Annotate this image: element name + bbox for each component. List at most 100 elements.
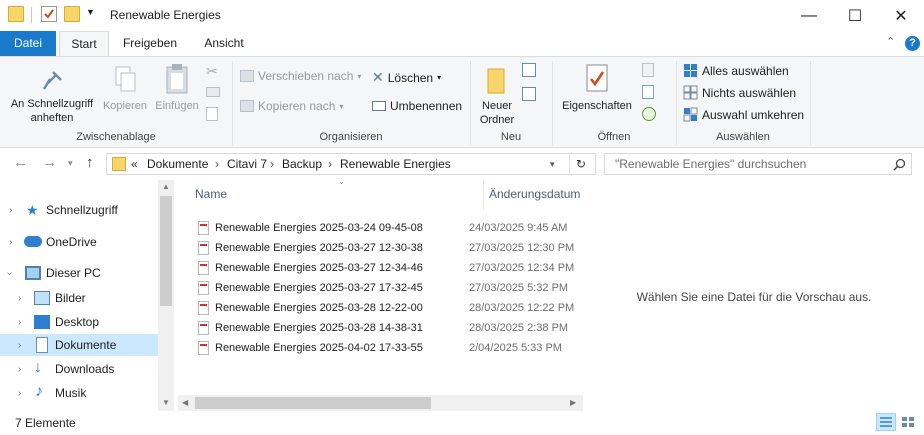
pin-quick-access-button[interactable]: An Schnellzugriff anheften (6, 69, 98, 125)
recent-locations-icon[interactable]: ▾ (68, 158, 73, 169)
select-none-button[interactable]: Nichts auswählen (683, 85, 796, 100)
search-icon[interactable] (893, 158, 906, 171)
expand-chevron-icon[interactable]: › (9, 237, 12, 248)
scroll-up-icon[interactable]: ▲ (162, 182, 170, 191)
nav-item-musik[interactable]: › ♪ Musik (0, 382, 158, 404)
help-icon[interactable]: ? (905, 36, 920, 51)
maximize-button[interactable]: ☐ (832, 0, 878, 31)
copy-to-button[interactable]: Kopieren nach ▾ (240, 99, 343, 113)
details-view-button[interactable] (876, 413, 896, 431)
nav-item-schnellzugriff[interactable]: › ★ Schnellzugriff (0, 199, 158, 221)
file-row[interactable]: Renewable Energies 2025-03-27 17-32-45 27… (194, 278, 583, 298)
expand-chevron-icon[interactable]: › (18, 317, 21, 328)
file-row[interactable]: Renewable Energies 2025-03-28 14-38-31 28… (194, 318, 583, 338)
expand-chevron-icon[interactable]: › (18, 364, 21, 375)
folder-icon (112, 157, 126, 171)
rename-button[interactable]: Umbenennen (372, 99, 462, 113)
open-icon[interactable] (642, 63, 654, 77)
invert-selection-button[interactable]: Auswahl umkehren (683, 107, 804, 122)
file-list-scrollbar[interactable]: ◀ ▶ (178, 395, 583, 411)
tiles-view-button[interactable] (898, 413, 918, 431)
file-row[interactable]: Renewable Energies 2025-03-28 12-22-00 28… (194, 298, 583, 318)
nav-item-onedrive[interactable]: › OneDrive (0, 231, 158, 253)
properties-quick-icon[interactable] (41, 6, 57, 22)
minimize-button[interactable]: — (786, 0, 832, 31)
breadcrumb-separator: › (270, 157, 274, 171)
up-arrow-icon[interactable]: ↑ (86, 154, 94, 171)
nav-item-downloads[interactable]: › ↓ Downloads (0, 358, 158, 380)
expand-chevron-icon[interactable]: › (9, 205, 12, 216)
new-item-icon[interactable] (522, 63, 536, 77)
breadcrumb-overflow[interactable]: « (131, 157, 138, 171)
refresh-icon[interactable]: ↻ (576, 157, 586, 171)
tab-freigeben[interactable]: Freigeben (114, 31, 186, 56)
breadcrumb-item[interactable]: Citavi 7 (227, 157, 267, 171)
file-row[interactable]: Renewable Energies 2025-03-27 12-34-46 27… (194, 258, 583, 278)
file-icon (198, 321, 209, 335)
nav-item-desktop[interactable]: › Desktop (0, 311, 158, 333)
column-header-date[interactable]: Änderungsdatum (489, 187, 580, 201)
scroll-left-icon[interactable]: ◀ (182, 398, 188, 407)
cut-icon[interactable]: ✂ (206, 63, 218, 80)
delete-button[interactable]: ✕ Löschen ▾ (372, 69, 441, 86)
properties-button[interactable]: Eigenschaften (556, 63, 638, 113)
copy-to-icon (240, 100, 254, 112)
nav-item-dieser-pc[interactable]: › Dieser PC (0, 262, 158, 284)
details-view-icon (880, 417, 892, 427)
address-bar[interactable]: « Dokumente › Citavi 7 › Backup › Renewa… (106, 153, 596, 175)
breadcrumb-item[interactable]: Renewable Energies (340, 157, 451, 171)
edit-icon[interactable] (642, 85, 654, 99)
paste-shortcut-icon[interactable] (206, 107, 218, 121)
new-folder-quick-icon[interactable] (64, 6, 80, 22)
file-icon (198, 261, 209, 275)
group-separator (810, 61, 811, 145)
collapse-chevron-icon[interactable]: › (4, 271, 15, 274)
breadcrumb-separator: › (328, 157, 332, 171)
easy-access-icon[interactable] (522, 87, 536, 101)
breadcrumb-separator: › (215, 157, 219, 171)
expand-chevron-icon[interactable]: › (18, 388, 21, 399)
back-arrow-icon[interactable]: ← (13, 154, 28, 171)
close-button[interactable]: ✕ (878, 0, 924, 31)
nav-item-bilder[interactable]: › Bilder (0, 287, 158, 309)
paste-button[interactable]: Einfügen (152, 63, 202, 113)
breadcrumb-item[interactable]: Dokumente (147, 157, 208, 171)
file-row[interactable]: Renewable Energies 2025-03-24 09-45-08 24… (194, 218, 583, 238)
scroll-right-icon[interactable]: ▶ (570, 398, 576, 407)
scroll-down-icon[interactable]: ▼ (162, 398, 170, 407)
nav-scrollbar-thumb[interactable] (160, 196, 172, 306)
expand-chevron-icon[interactable]: › (18, 340, 21, 351)
address-row: ← → ▾ ↑ « Dokumente › Citavi 7 › Backup … (0, 149, 924, 178)
file-icon (198, 281, 209, 295)
file-list-scrollbar-thumb[interactable] (195, 397, 431, 409)
copy-button[interactable]: Kopieren (100, 65, 150, 113)
star-icon: ★ (26, 202, 39, 218)
history-icon[interactable] (642, 107, 656, 121)
file-icon (198, 301, 209, 315)
expand-chevron-icon[interactable]: › (18, 293, 21, 304)
new-folder-button[interactable]: Neuer Ordner (474, 65, 520, 127)
forward-arrow-icon[interactable]: → (42, 154, 57, 171)
column-header-name[interactable]: Name (195, 187, 227, 201)
address-dropdown-icon[interactable]: ▾ (550, 159, 555, 170)
column-separator[interactable] (483, 180, 484, 210)
nav-scrollbar[interactable]: ▲ ▼ (158, 180, 174, 411)
copy-path-icon[interactable] (206, 87, 220, 97)
navigation-pane: › ★ Schnellzugriff › OneDrive › Dieser P… (0, 180, 175, 411)
ribbon: An Schnellzugriff anheften Kopieren Einf… (0, 56, 924, 148)
nav-item-dokumente[interactable]: › Dokumente (0, 334, 158, 356)
folder-icon (8, 6, 24, 22)
customize-quick-access-icon[interactable]: ▼ (86, 7, 95, 17)
tab-start[interactable]: Start (59, 31, 109, 57)
breadcrumb-item[interactable]: Backup (282, 157, 322, 171)
search-field[interactable]: "Renewable Energies" durchsuchen (604, 153, 912, 175)
collapse-ribbon-icon[interactable]: ⌃ (886, 35, 895, 48)
group-label-new: Neu (500, 131, 522, 143)
move-to-button[interactable]: Verschieben nach ▾ (240, 69, 361, 83)
tab-datei[interactable]: Datei (0, 31, 56, 56)
pin-icon (42, 71, 62, 90)
file-row[interactable]: Renewable Energies 2025-04-02 17-33-55 2/… (194, 338, 583, 358)
tab-ansicht[interactable]: Ansicht (194, 31, 254, 56)
select-all-button[interactable]: Alles auswählen (683, 63, 789, 78)
file-row[interactable]: Renewable Energies 2025-03-27 12-30-38 27… (194, 238, 583, 258)
